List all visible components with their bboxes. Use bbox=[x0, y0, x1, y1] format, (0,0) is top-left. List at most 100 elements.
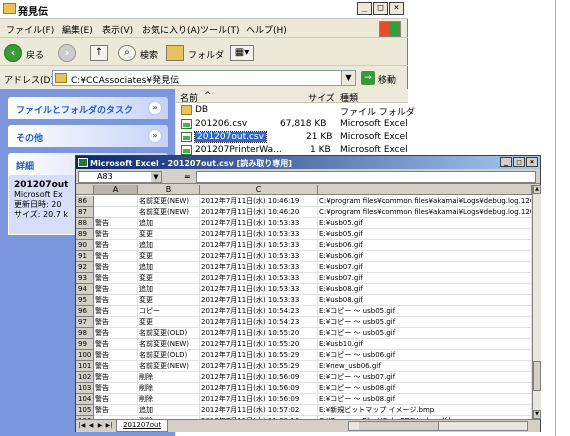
minimize-button[interactable]: _ bbox=[500, 157, 512, 167]
cell-b[interactable]: 削除 bbox=[138, 372, 200, 383]
cell-d[interactable]: E:¥usb08.gif bbox=[318, 295, 532, 306]
cell-d[interactable]: E:¥new_usb06.gif bbox=[318, 361, 532, 372]
cell-c[interactable]: 2012年7月11日(水) 10:54:23 bbox=[200, 317, 318, 328]
other-header[interactable]: その他 » bbox=[8, 125, 168, 147]
cell-d[interactable]: E:¥コピー ～ usb07.gif bbox=[318, 372, 532, 383]
row-header[interactable]: 104 bbox=[76, 394, 94, 405]
tasks-header[interactable]: ファイルとフォルダのタスク » bbox=[8, 97, 168, 119]
horizontal-scrollbar[interactable] bbox=[348, 421, 528, 431]
vertical-scrollbar[interactable]: ▲ ▼ bbox=[532, 185, 541, 419]
cell-a[interactable]: 警告 bbox=[94, 306, 138, 317]
cell-b[interactable]: 追加 bbox=[138, 240, 200, 251]
sheet-tab[interactable]: 201207out bbox=[116, 420, 169, 432]
cell-d[interactable]: E:¥コピー ～ usb05.gif bbox=[318, 328, 532, 339]
cell-d[interactable]: E:¥コピー ～ usb08.gif bbox=[318, 383, 532, 394]
menu-help[interactable]: ヘルプ(H) bbox=[246, 23, 287, 36]
cell-a[interactable]: 警告 bbox=[94, 405, 138, 416]
cell-b[interactable]: 名前変更(NEW) bbox=[138, 207, 200, 218]
file-row[interactable]: DB ファイル フォルダ bbox=[176, 104, 415, 118]
column-header-c[interactable]: C bbox=[200, 185, 318, 195]
row-header[interactable]: 99 bbox=[76, 339, 94, 350]
cell-b[interactable]: 名前変更(OLD) bbox=[138, 328, 200, 339]
cell-a[interactable]: 警告 bbox=[94, 394, 138, 405]
cell-b[interactable]: 追加 bbox=[138, 405, 200, 416]
cell-c[interactable]: 2012年7月11日(水) 10:55:29 bbox=[200, 350, 318, 361]
cell-b[interactable]: 名前変更(OLD) bbox=[138, 350, 200, 361]
cell-c[interactable]: 2012年7月11日(水) 10:53:33 bbox=[200, 218, 318, 229]
cell-c[interactable]: 2012年7月11日(水) 10:46:19 bbox=[200, 196, 318, 207]
cell-a[interactable]: 警告 bbox=[94, 229, 138, 240]
cell-c[interactable]: 2012年7月11日(水) 10:53:33 bbox=[200, 273, 318, 284]
cell-c[interactable]: 2012年7月11日(水) 10:46:20 bbox=[200, 207, 318, 218]
cell-a[interactable]: 警告 bbox=[94, 284, 138, 295]
go-arrow-icon[interactable]: → bbox=[361, 71, 375, 85]
cell-d[interactable]: E:¥新規ビットマップ イメージ.bmp bbox=[318, 405, 532, 416]
address-field[interactable]: C:¥CCAssociates¥発見伝 ▼ bbox=[52, 70, 356, 86]
column-header-a[interactable]: A bbox=[94, 185, 138, 195]
row-header[interactable]: 103 bbox=[76, 383, 94, 394]
row-header[interactable]: 94 bbox=[76, 284, 94, 295]
row-header[interactable]: 96 bbox=[76, 306, 94, 317]
cell-b[interactable]: 名前変更(NEW) bbox=[138, 361, 200, 372]
chevron-down-icon[interactable]: » bbox=[148, 101, 162, 115]
folders-icon[interactable] bbox=[166, 45, 184, 61]
cell-d[interactable]: E:¥コピー ～ usb05.gif bbox=[318, 317, 532, 328]
row-header[interactable]: 90 bbox=[76, 240, 94, 251]
search-button[interactable]: 検索 bbox=[140, 48, 158, 61]
cell-b[interactable]: 名前変更(NEW) bbox=[138, 339, 200, 350]
row-header[interactable]: 87 bbox=[76, 207, 94, 218]
cell-a[interactable]: 警告 bbox=[94, 361, 138, 372]
column-header-d[interactable] bbox=[318, 185, 532, 195]
cell-c[interactable]: 2012年7月11日(水) 10:55:20 bbox=[200, 328, 318, 339]
cell-c[interactable]: 2012年7月11日(水) 10:53:33 bbox=[200, 262, 318, 273]
chevron-down-icon[interactable]: ▼ bbox=[151, 172, 161, 182]
row-header[interactable]: 105 bbox=[76, 405, 94, 416]
cell-a[interactable]: 警告 bbox=[94, 240, 138, 251]
cell-c[interactable]: 2012年7月11日(水) 10:57:02 bbox=[200, 405, 318, 416]
cell-b[interactable]: 追加 bbox=[138, 218, 200, 229]
scroll-thumb[interactable] bbox=[359, 422, 439, 430]
search-icon[interactable]: ⌕ bbox=[118, 45, 136, 61]
cell-d[interactable]: E:¥コピー ～ usb08.gif bbox=[318, 394, 532, 405]
cell-a[interactable]: 警告 bbox=[94, 350, 138, 361]
menu-favorites[interactable]: お気に入り(A) bbox=[142, 23, 200, 36]
cell-c[interactable]: 2012年7月11日(水) 10:53:33 bbox=[200, 295, 318, 306]
cell-a[interactable]: 警告 bbox=[94, 339, 138, 350]
cell-b[interactable]: 変更 bbox=[138, 273, 200, 284]
select-all-corner[interactable] bbox=[76, 185, 94, 195]
cell-a[interactable]: 警告 bbox=[94, 372, 138, 383]
spreadsheet-grid[interactable]: A B C 86 名前変更(NEW) 2012年7月11日(水) 10:46:19 C… bbox=[76, 185, 532, 419]
column-name[interactable]: 名前 bbox=[180, 91, 198, 104]
cell-a[interactable]: 警告 bbox=[94, 295, 138, 306]
cell-a[interactable]: 警告 bbox=[94, 273, 138, 284]
close-button[interactable]: × bbox=[526, 157, 538, 167]
cell-a[interactable]: 警告 bbox=[94, 328, 138, 339]
row-header[interactable]: 101 bbox=[76, 361, 94, 372]
chevron-down-icon[interactable]: » bbox=[148, 129, 162, 143]
back-button[interactable]: 戻る bbox=[26, 48, 44, 61]
row-header[interactable]: 97 bbox=[76, 317, 94, 328]
cell-d[interactable]: E:¥コピー ～ usb05.gif bbox=[318, 306, 532, 317]
column-size[interactable]: サイズ bbox=[308, 91, 335, 104]
back-icon[interactable]: ‹ bbox=[4, 44, 22, 62]
row-header[interactable]: 93 bbox=[76, 273, 94, 284]
next-sheet-icon[interactable]: ▶ bbox=[96, 422, 104, 430]
cell-d[interactable]: E:¥usb10.gif bbox=[318, 339, 532, 350]
cell-a[interactable]: 警告 bbox=[94, 251, 138, 262]
row-header[interactable]: 89 bbox=[76, 229, 94, 240]
scroll-thumb[interactable] bbox=[533, 361, 541, 391]
cell-c[interactable]: 2012年7月11日(水) 10:56:09 bbox=[200, 383, 318, 394]
menu-view[interactable]: 表示(V) bbox=[102, 23, 133, 36]
row-header[interactable]: 88 bbox=[76, 218, 94, 229]
cell-c[interactable]: 2012年7月11日(水) 10:53:33 bbox=[200, 251, 318, 262]
views-icon[interactable]: ▦▾ bbox=[230, 45, 254, 61]
cell-d[interactable]: E:¥usb06.gif bbox=[318, 240, 532, 251]
row-header[interactable]: 91 bbox=[76, 251, 94, 262]
maximize-button[interactable]: □ bbox=[513, 157, 525, 167]
cell-b[interactable]: 削除 bbox=[138, 383, 200, 394]
cell-b[interactable]: 名前変更(NEW) bbox=[138, 196, 200, 207]
maximize-button[interactable]: □ bbox=[373, 2, 388, 15]
up-folder-icon[interactable]: ↑ bbox=[90, 45, 108, 61]
cell-c[interactable]: 2012年7月11日(水) 10:53:33 bbox=[200, 284, 318, 295]
cell-d[interactable]: C:¥program files¥common files¥akamai¥Log… bbox=[318, 196, 532, 207]
